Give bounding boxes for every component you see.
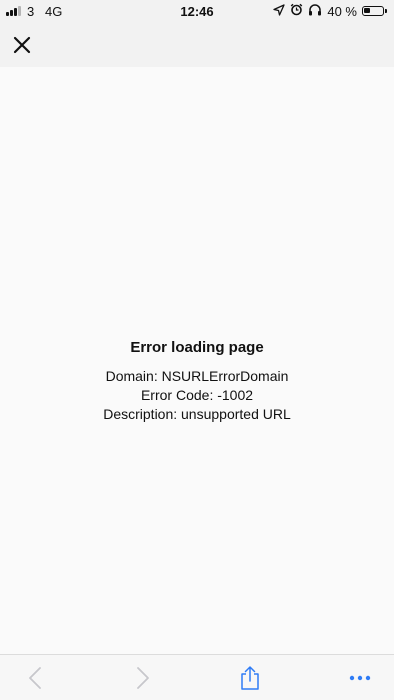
error-code: Error Code: -1002: [140, 387, 254, 403]
headphones-icon: [308, 3, 322, 19]
forward-button[interactable]: [128, 663, 158, 693]
back-button[interactable]: [20, 663, 50, 693]
status-icons: 40 %: [273, 3, 387, 19]
error-domain: Domain: NSURLErrorDomain: [105, 368, 289, 384]
more-button[interactable]: [345, 663, 375, 693]
battery-fill: [364, 8, 371, 13]
back-arrow-icon: [29, 667, 41, 689]
close-button[interactable]: [8, 31, 36, 59]
more-icon: [349, 675, 371, 681]
location-arrow-icon: [273, 3, 286, 19]
screen: 3 4G 12:46 40 % Error loading page Domai…: [0, 0, 394, 700]
battery-percentage: 40 %: [327, 3, 357, 19]
bottom-toolbar: [0, 654, 394, 700]
error-message: Error loading page Domain: NSURLErrorDom…: [0, 339, 394, 424]
share-icon: [241, 666, 259, 690]
battery-icon: [362, 6, 387, 16]
error-description: Description: unsupported URL: [103, 406, 291, 422]
error-title: Error loading page: [130, 339, 264, 356]
forward-arrow-icon: [137, 667, 149, 689]
webview-content: Error loading page Domain: NSURLErrorDom…: [0, 67, 394, 654]
share-button[interactable]: [235, 663, 265, 693]
alarm-icon: [290, 3, 303, 19]
top-bar: 3 4G 12:46 40 %: [0, 0, 394, 67]
status-bar: 3 4G 12:46 40 %: [0, 0, 394, 22]
close-icon: [13, 36, 31, 54]
